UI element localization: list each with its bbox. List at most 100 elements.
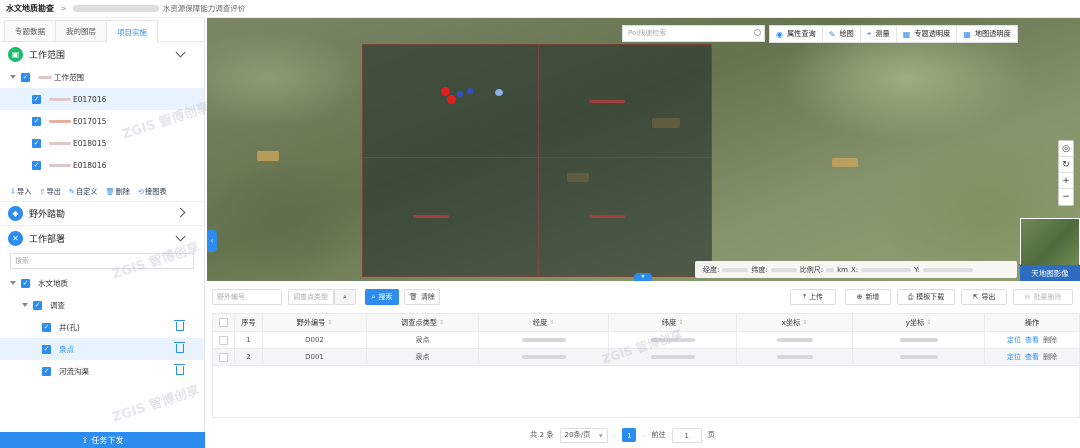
map-opacity-button[interactable]: ▦ 地图透明度 [957, 26, 1017, 42]
checkbox[interactable]: ✓ [42, 366, 51, 376]
caret-down-icon[interactable] [10, 75, 16, 79]
collapse-table-handle[interactable]: ▾ [634, 273, 652, 281]
delete-link[interactable]: 删除 [1043, 335, 1057, 345]
basemap-switch-button[interactable]: 天地图影像 [1020, 265, 1080, 281]
well-point-marker[interactable] [457, 91, 463, 97]
page-number-current[interactable]: 1 [622, 428, 637, 442]
attribute-query-button[interactable]: ◉ 属性查询 [770, 26, 823, 42]
sort-icon[interactable]: ⇕ [327, 319, 332, 326]
trash-icon[interactable] [174, 342, 185, 353]
spring-point-marker[interactable] [447, 95, 456, 104]
checkbox[interactable]: ✓ [32, 138, 41, 148]
sort-icon[interactable]: ⇕ [926, 319, 931, 326]
checkbox[interactable]: ✓ [32, 116, 41, 126]
col-y-coordinate[interactable]: y坐标 ⇕ [853, 314, 985, 331]
add-button[interactable]: ⊕ 新增 [845, 289, 891, 305]
trash-icon[interactable] [174, 364, 185, 375]
checkbox[interactable]: ✓ [21, 72, 30, 82]
checkbox[interactable]: ✓ [42, 322, 51, 332]
checkbox[interactable]: ✓ [21, 278, 30, 288]
deploy-search-input[interactable]: 搜索 [10, 253, 194, 269]
poi-search-input[interactable]: Poi快速检索 [622, 25, 765, 42]
table-row[interactable]: 1 D002 泉点 定位 查看 删除 [213, 332, 1079, 349]
scope-item-row[interactable]: ✓ E018016 [0, 154, 204, 176]
col-x-coordinate[interactable]: x坐标 ⇕ [737, 314, 853, 331]
col-latitude[interactable]: 纬度 ⇕ [609, 314, 737, 331]
field-number-input[interactable]: 野外编号 [212, 289, 282, 305]
scope-item-row[interactable]: ✓ E017016 [0, 88, 204, 110]
deploy-tree-row[interactable]: ✓ 泉点 [0, 338, 204, 360]
caret-down-icon[interactable] [10, 281, 16, 285]
locate-link[interactable]: 定位 [1007, 352, 1021, 362]
well-point-marker[interactable] [495, 89, 503, 96]
chevron-down-icon[interactable] [175, 231, 186, 242]
search-icon-button[interactable]: ⌕ [334, 289, 356, 305]
point-type-input[interactable]: 调查点类型 [288, 289, 334, 305]
view-link[interactable]: 查看 [1025, 335, 1039, 345]
delete-link[interactable]: 删除 [1043, 352, 1057, 362]
sort-icon[interactable]: ⇕ [802, 319, 807, 326]
sort-icon[interactable]: ⇕ [549, 319, 554, 326]
tree-root-row[interactable]: ✓ 工作范围 [0, 66, 204, 88]
sheet-index-button[interactable]: ⟲接图表 [138, 187, 167, 197]
refresh-icon[interactable]: ↻ [1059, 157, 1073, 173]
work-scope-overlay[interactable] [362, 44, 712, 277]
section-work-deploy-header[interactable]: ✕ 工作部署 [0, 226, 204, 250]
dispatch-task-button[interactable]: ⇪ 任务下发 [0, 432, 205, 448]
tab-my-layers[interactable]: 我的图层 [55, 20, 107, 41]
well-point-marker[interactable] [467, 88, 473, 94]
deploy-tree-row[interactable]: ✓ 井(孔) [0, 316, 204, 338]
clear-button[interactable]: 🗑 清除 [404, 289, 440, 305]
checkbox[interactable]: ✓ [42, 344, 51, 354]
thematic-opacity-button[interactable]: ▦ 专题透明度 [897, 26, 958, 42]
caret-down-icon[interactable] [22, 303, 28, 307]
export-button[interactable]: ⇱ 导出 [961, 289, 1007, 305]
locate-link[interactable]: 定位 [1007, 335, 1021, 345]
measure-button[interactable]: ⌖ 测量 [861, 26, 897, 42]
collapse-sidebar-handle[interactable]: ‹ [207, 230, 217, 252]
custom-button[interactable]: ✎自定义 [69, 187, 98, 197]
col-point-type[interactable]: 调查点类型 ⇕ [367, 314, 479, 331]
globe-icon[interactable]: ◎ [1059, 141, 1073, 157]
import-button[interactable]: ⇩导入 [10, 187, 31, 197]
deploy-tree-row[interactable]: ✓ 河流沟渠 [0, 360, 204, 382]
prev-page-button[interactable]: ‹ [614, 431, 617, 440]
section-work-scope-header[interactable]: ▣ 工作范围 [0, 42, 204, 66]
trash-icon[interactable] [174, 320, 185, 331]
search-button[interactable]: ⌕ 搜索 [365, 289, 399, 305]
sort-icon[interactable]: ⇕ [678, 319, 683, 326]
tab-thematic-data[interactable]: 专题数据 [4, 20, 56, 41]
view-link[interactable]: 查看 [1025, 352, 1039, 362]
col-longitude[interactable]: 经度 ⇕ [479, 314, 609, 331]
sort-icon[interactable]: ⇕ [439, 319, 444, 326]
scope-item-row[interactable]: ✓ E017015 [0, 110, 204, 132]
goto-page-input[interactable]: 1 [671, 427, 702, 443]
zoom-out-button[interactable]: − [1059, 189, 1073, 205]
section-field-survey-header[interactable]: ◆ 野外踏勘 [0, 202, 204, 226]
breadcrumb-app[interactable]: 水文地质勘查 [6, 3, 54, 14]
draw-button[interactable]: ✎ 绘图 [823, 26, 861, 42]
checkbox[interactable]: ✓ [33, 300, 42, 310]
table-row[interactable]: 2 D001 泉点 定位 查看 删除 [213, 349, 1079, 366]
upload-button[interactable]: ⤒ 上传 [790, 289, 836, 305]
page-size-select[interactable]: 20条/页 ▾ [559, 427, 608, 443]
zoom-in-button[interactable]: + [1059, 173, 1073, 189]
col-field-no[interactable]: 野外编号 ⇕ [263, 314, 367, 331]
checkbox[interactable]: ✓ [32, 94, 41, 104]
row-checkbox[interactable] [219, 335, 228, 345]
chevron-down-icon[interactable] [175, 47, 186, 58]
select-all-checkbox[interactable] [219, 318, 228, 327]
export-button[interactable]: ⇧导出 [39, 187, 60, 197]
scope-item-row[interactable]: ✓ E018015 [0, 132, 204, 154]
row-checkbox[interactable] [219, 352, 228, 362]
deploy-tree-row[interactable]: ✓ 水文地质 [0, 272, 204, 294]
tab-project-implementation[interactable]: 项目实施 [106, 20, 158, 43]
chevron-right-icon[interactable] [175, 207, 186, 218]
template-download-button[interactable]: ⎙ 模板下载 [897, 289, 955, 305]
deploy-tree-row[interactable]: ✓ 调查 [0, 294, 204, 316]
map-view[interactable]: Poi快速检索 ◉ 属性查询 ✎ 绘图 ⌖ 测量 ▦ 专题透明度 ▦ 地图透明度 ◎ ↻ … [207, 18, 1080, 281]
checkbox[interactable]: ✓ [32, 160, 41, 170]
batch-delete-button[interactable]: ⊖ 批量删除 [1013, 289, 1073, 305]
next-page-button[interactable]: › [642, 431, 645, 440]
delete-button[interactable]: 🗑删除 [105, 187, 130, 197]
